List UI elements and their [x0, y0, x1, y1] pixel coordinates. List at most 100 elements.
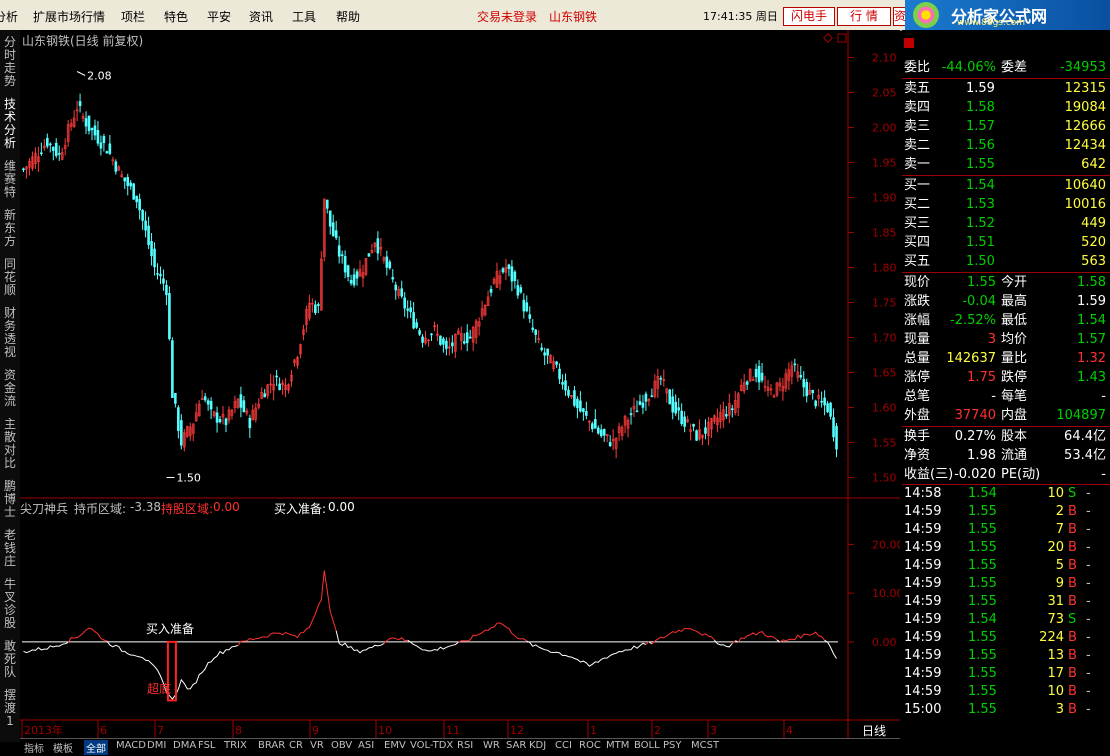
trade-time: 14:59 — [904, 504, 942, 519]
indicator-tab-12[interactable]: ASI — [358, 740, 374, 751]
trade-price: 1.55 — [968, 558, 997, 573]
left-tab-12[interactable]: 摆渡1 — [3, 689, 17, 728]
x-tick-label: 1 — [590, 724, 597, 737]
chart-area[interactable]: 20.0010.000.00 2.102.052.001.951.901.851… — [20, 30, 900, 742]
left-tab-1[interactable]: 技术分析 — [3, 98, 17, 150]
menu-help[interactable]: 帮助 — [336, 8, 360, 25]
indicator-tab-3[interactable]: MACD — [116, 740, 146, 751]
left-tab-7[interactable]: 主散对比 — [3, 418, 17, 470]
left-tab-0[interactable]: 分时走势 — [3, 36, 17, 88]
indicator-tab-19[interactable]: CCI — [555, 740, 572, 751]
bid-volume: 520 — [1081, 235, 1106, 250]
hold-cash-label: 持币区域: — [74, 502, 127, 516]
bid-volume: 10640 — [1064, 178, 1106, 193]
y-tick-label: 1.80 — [872, 262, 897, 275]
bid-row: 买四 1.51 520 — [902, 233, 1110, 252]
menu-extended-market[interactable]: 扩展市场行情 — [33, 8, 105, 25]
stat-row: 现价 1.55 今开 1.58 — [902, 273, 1110, 292]
left-tab-6[interactable]: 资金流 — [3, 369, 17, 408]
trade-time: 14:59 — [904, 558, 942, 573]
stat-label: 量比 — [1001, 351, 1028, 366]
indicator-tab-10[interactable]: VR — [310, 740, 324, 751]
fund-value: 64.4亿 — [1064, 429, 1106, 444]
menu-analysis[interactable]: 分析 — [0, 8, 18, 25]
x-tick-label: 8 — [235, 724, 242, 737]
trade-price: 1.55 — [968, 684, 997, 699]
indicator-tab-2[interactable]: 全部 — [84, 740, 108, 755]
indicator-tab-9[interactable]: CR — [289, 740, 303, 751]
indicator-tab-24[interactable]: MCST — [691, 740, 719, 751]
stat-label: 涨停 — [904, 370, 931, 385]
trade-price: 1.55 — [968, 630, 997, 645]
stat-value: 104897 — [1056, 408, 1106, 423]
left-tab-2[interactable]: 维赛特 — [3, 160, 17, 199]
left-tab-5[interactable]: 财务透视 — [3, 307, 17, 359]
ask-volume: 642 — [1081, 157, 1106, 172]
flash-trade-button[interactable]: 闪电手 — [783, 7, 835, 26]
trade-volume: 3 — [1055, 702, 1064, 717]
menu-column[interactable]: 项栏 — [121, 8, 145, 25]
indicator-tab-4[interactable]: DMI — [147, 740, 166, 751]
indicator-tab-5[interactable]: DMA — [173, 740, 196, 751]
menu-pingan[interactable]: 平安 — [207, 8, 231, 25]
left-tab-8[interactable]: 鹏博士 — [3, 480, 17, 519]
menu-feature[interactable]: 特色 — [164, 8, 188, 25]
y-tick-label: 2.00 — [872, 122, 897, 135]
quote-button[interactable]: 行 情 — [837, 7, 891, 26]
trade-dash: - — [1086, 540, 1091, 555]
trade-time: 14:59 — [904, 540, 942, 555]
indicator-tab-7[interactable]: TRIX — [224, 740, 247, 751]
indicator-tab-11[interactable]: OBV — [331, 740, 352, 751]
bid-price: 1.51 — [966, 235, 995, 250]
indicator-tab-17[interactable]: SAR — [506, 740, 526, 751]
stat-label: 最高 — [1001, 294, 1028, 309]
indicator-tab-16[interactable]: WR — [483, 740, 500, 751]
trade-row: 14:59 1.55 7 B - — [902, 521, 1110, 539]
indicator-tab-20[interactable]: ROC — [579, 740, 601, 751]
left-tab-3[interactable]: 新东方 — [3, 209, 17, 248]
trade-volume: 10 — [1047, 684, 1064, 699]
indicator-tab-22[interactable]: BOLL — [634, 740, 660, 751]
stat-row: 现量 3 均价 1.57 — [902, 330, 1110, 349]
stat-value: 1.59 — [1077, 294, 1106, 309]
candle — [168, 286, 171, 341]
stat-label: 总量 — [904, 351, 931, 366]
trade-status-text[interactable]: 交易未登录 — [477, 8, 537, 25]
indicator-tab-13[interactable]: EMV — [384, 740, 406, 751]
indicator-tab-0[interactable]: 指标 — [24, 740, 44, 755]
left-tab-10[interactable]: 牛叉诊股 — [3, 578, 17, 630]
trade-time: 14:59 — [904, 648, 942, 663]
indicator-tab-14[interactable]: VOL-TDX — [410, 740, 453, 751]
ask-label: 卖二 — [904, 138, 931, 153]
buy-ready-annotation: 买入准备 — [146, 622, 195, 636]
left-tab-11[interactable]: 敢死队 — [3, 640, 17, 679]
indicator-tab-18[interactable]: KDJ — [529, 740, 546, 751]
trade-dash: - — [1086, 576, 1091, 591]
indicator-tab-21[interactable]: MTM — [606, 740, 629, 751]
trade-time: 14:58 — [904, 486, 942, 501]
stat-value: 1.58 — [1077, 275, 1106, 290]
bid-row: 买五 1.50 563 — [902, 252, 1110, 271]
trade-price: 1.54 — [968, 612, 997, 627]
quote-panel: 委比 -44.06% 委差 -34953 卖五 1.59 12315 卖四 1.58 19084 卖… — [902, 30, 1110, 755]
trade-side: B — [1068, 684, 1077, 699]
indicator-tab-6[interactable]: FSL — [198, 740, 216, 751]
ask-label: 卖四 — [904, 100, 931, 115]
left-tab-4[interactable]: 同花顺 — [3, 258, 17, 297]
stat-label: 内盘 — [1001, 408, 1028, 423]
trade-price: 1.55 — [968, 540, 997, 555]
indicator-tab-8[interactable]: BRAR — [258, 740, 285, 751]
menu-tools[interactable]: 工具 — [292, 8, 316, 25]
indicator-tab-23[interactable]: PSY — [663, 740, 682, 751]
candle — [319, 251, 323, 311]
indicator-tab-1[interactable]: 模板 — [53, 740, 73, 755]
menu-news[interactable]: 资讯 — [249, 8, 273, 25]
indicator-tab-15[interactable]: RSI — [457, 740, 473, 751]
x-tick-label: 3 — [710, 724, 717, 737]
left-tab-9[interactable]: 老钱庄 — [3, 529, 17, 568]
period-label[interactable]: 日线 — [862, 722, 886, 739]
trade-side: B — [1068, 594, 1077, 609]
ask-label: 卖一 — [904, 157, 931, 172]
trade-side: B — [1068, 630, 1077, 645]
x-tick-label: 9 — [312, 724, 319, 737]
